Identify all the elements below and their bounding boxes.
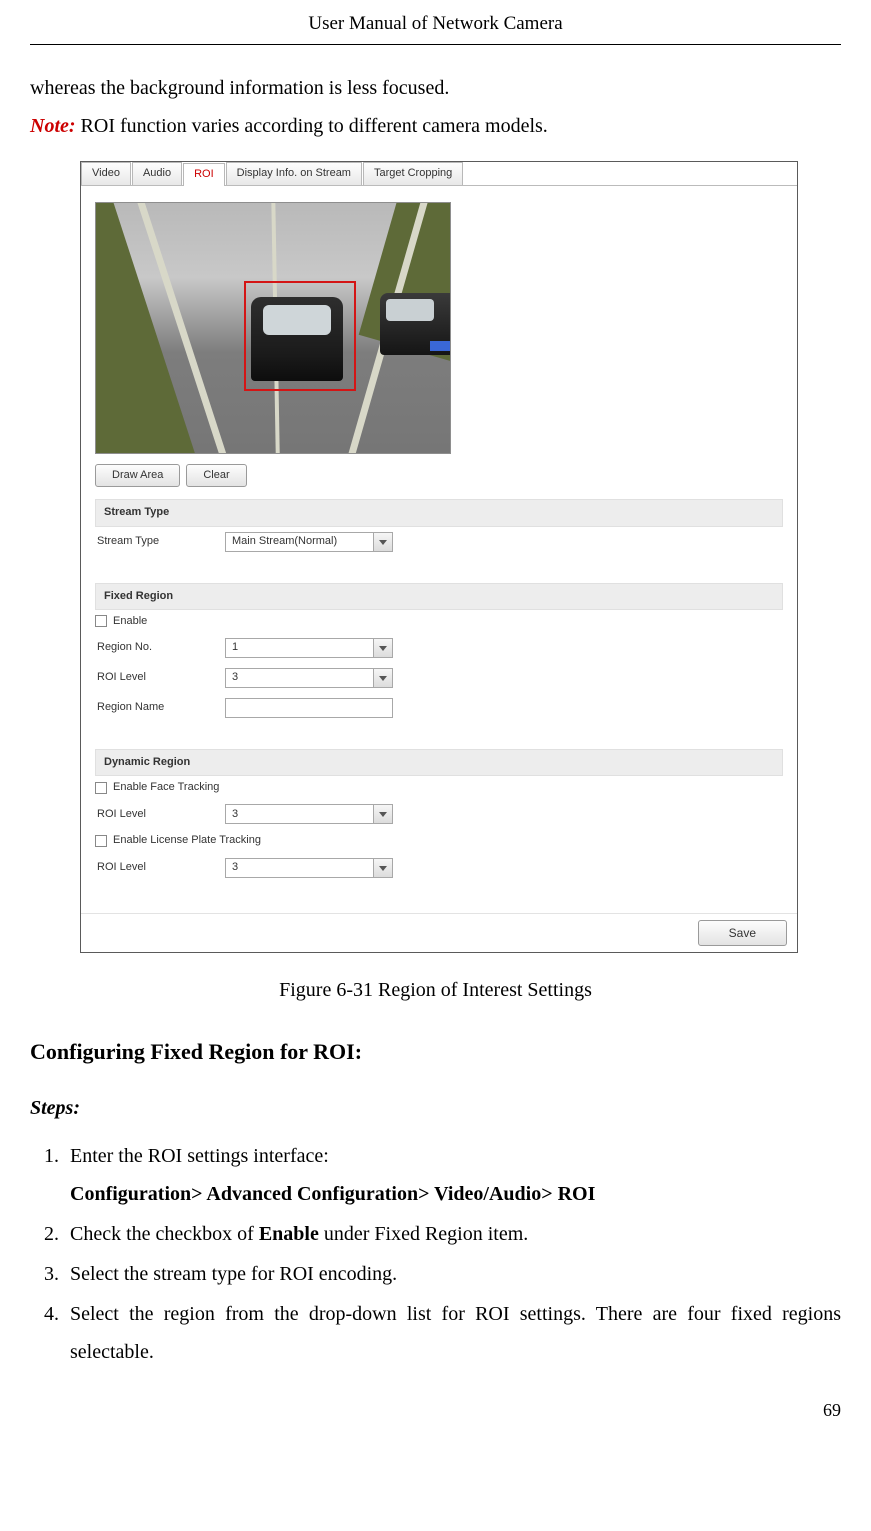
enable-plate-tracking-checkbox[interactable] bbox=[95, 835, 107, 847]
draw-area-button[interactable]: Draw Area bbox=[95, 464, 180, 487]
fixed-roi-level-select[interactable]: 3 bbox=[225, 668, 393, 688]
steps-heading: Steps: bbox=[30, 1089, 841, 1127]
chevron-down-icon bbox=[379, 676, 387, 681]
chevron-down-icon bbox=[379, 540, 387, 545]
fixed-roi-level-value: 3 bbox=[232, 671, 238, 684]
dyn-roi-level-value-2: 3 bbox=[232, 861, 238, 874]
step-2-a: Check the checkbox of bbox=[70, 1223, 259, 1245]
page-number: 69 bbox=[30, 1393, 841, 1427]
enable-plate-tracking-label: Enable License Plate Tracking bbox=[113, 834, 261, 847]
stream-type-select[interactable]: Main Stream(Normal) bbox=[225, 532, 393, 552]
enable-face-tracking-checkbox[interactable] bbox=[95, 782, 107, 794]
video-preview[interactable] bbox=[95, 202, 451, 454]
roi-selection-box[interactable] bbox=[244, 281, 356, 391]
tab-audio[interactable]: Audio bbox=[132, 162, 182, 185]
fixed-roi-level-label: ROI Level bbox=[95, 671, 225, 684]
clear-button[interactable]: Clear bbox=[186, 464, 246, 487]
enable-fixed-region-checkbox[interactable] bbox=[95, 615, 107, 627]
tab-bar: Video Audio ROI Display Info. on Stream … bbox=[81, 162, 797, 186]
enable-face-tracking-label: Enable Face Tracking bbox=[113, 781, 219, 794]
fixed-region-header: Fixed Region bbox=[95, 583, 783, 610]
dyn-roi-level-select-1[interactable]: 3 bbox=[225, 804, 393, 824]
stream-type-label: Stream Type bbox=[95, 535, 225, 548]
section-heading: Configuring Fixed Region for ROI: bbox=[30, 1031, 841, 1073]
save-button[interactable]: Save bbox=[698, 920, 787, 946]
dynamic-region-header: Dynamic Region bbox=[95, 749, 783, 776]
stream-type-header: Stream Type bbox=[95, 499, 783, 526]
step-3: Select the stream type for ROI encoding. bbox=[64, 1255, 841, 1293]
steps-list: Enter the ROI settings interface: Config… bbox=[30, 1137, 841, 1371]
note-text: ROI function varies according to differe… bbox=[76, 115, 548, 137]
step-2: Check the checkbox of Enable under Fixed… bbox=[64, 1215, 841, 1253]
dyn-roi-level-label-1: ROI Level bbox=[95, 808, 225, 821]
step-1-line-a: Enter the ROI settings interface: bbox=[70, 1145, 329, 1167]
step-4: Select the region from the drop-down lis… bbox=[64, 1295, 841, 1371]
region-name-label: Region Name bbox=[95, 701, 225, 714]
page-header: User Manual of Network Camera bbox=[30, 0, 841, 45]
note-label: Note: bbox=[30, 115, 76, 137]
stream-type-value: Main Stream(Normal) bbox=[232, 535, 337, 548]
enable-fixed-region-label: Enable bbox=[113, 615, 147, 628]
region-no-value: 1 bbox=[232, 641, 238, 654]
tab-target-cropping[interactable]: Target Cropping bbox=[363, 162, 463, 185]
car-secondary bbox=[380, 293, 451, 355]
dyn-roi-level-select-2[interactable]: 3 bbox=[225, 858, 393, 878]
step-1: Enter the ROI settings interface: Config… bbox=[64, 1137, 841, 1213]
step-1-path: Configuration> Advanced Configuration> V… bbox=[70, 1183, 595, 1205]
note-line: Note: ROI function varies according to d… bbox=[30, 107, 841, 145]
step-2-c: under Fixed Region item. bbox=[319, 1223, 528, 1245]
figure-region-of-interest: Video Audio ROI Display Info. on Stream … bbox=[80, 161, 841, 953]
region-no-select[interactable]: 1 bbox=[225, 638, 393, 658]
chevron-down-icon bbox=[379, 646, 387, 651]
chevron-down-icon bbox=[379, 812, 387, 817]
dyn-roi-level-label-2: ROI Level bbox=[95, 861, 225, 874]
dyn-roi-level-value-1: 3 bbox=[232, 808, 238, 821]
tab-display-info[interactable]: Display Info. on Stream bbox=[226, 162, 362, 185]
region-name-input[interactable] bbox=[225, 698, 393, 718]
step-2-b: Enable bbox=[259, 1223, 319, 1245]
region-no-label: Region No. bbox=[95, 641, 225, 654]
tab-roi[interactable]: ROI bbox=[183, 163, 225, 186]
figure-caption: Figure 6-31 Region of Interest Settings bbox=[30, 971, 841, 1009]
chevron-down-icon bbox=[379, 866, 387, 871]
tab-video[interactable]: Video bbox=[81, 162, 131, 185]
intro-text: whereas the background information is le… bbox=[30, 69, 841, 107]
